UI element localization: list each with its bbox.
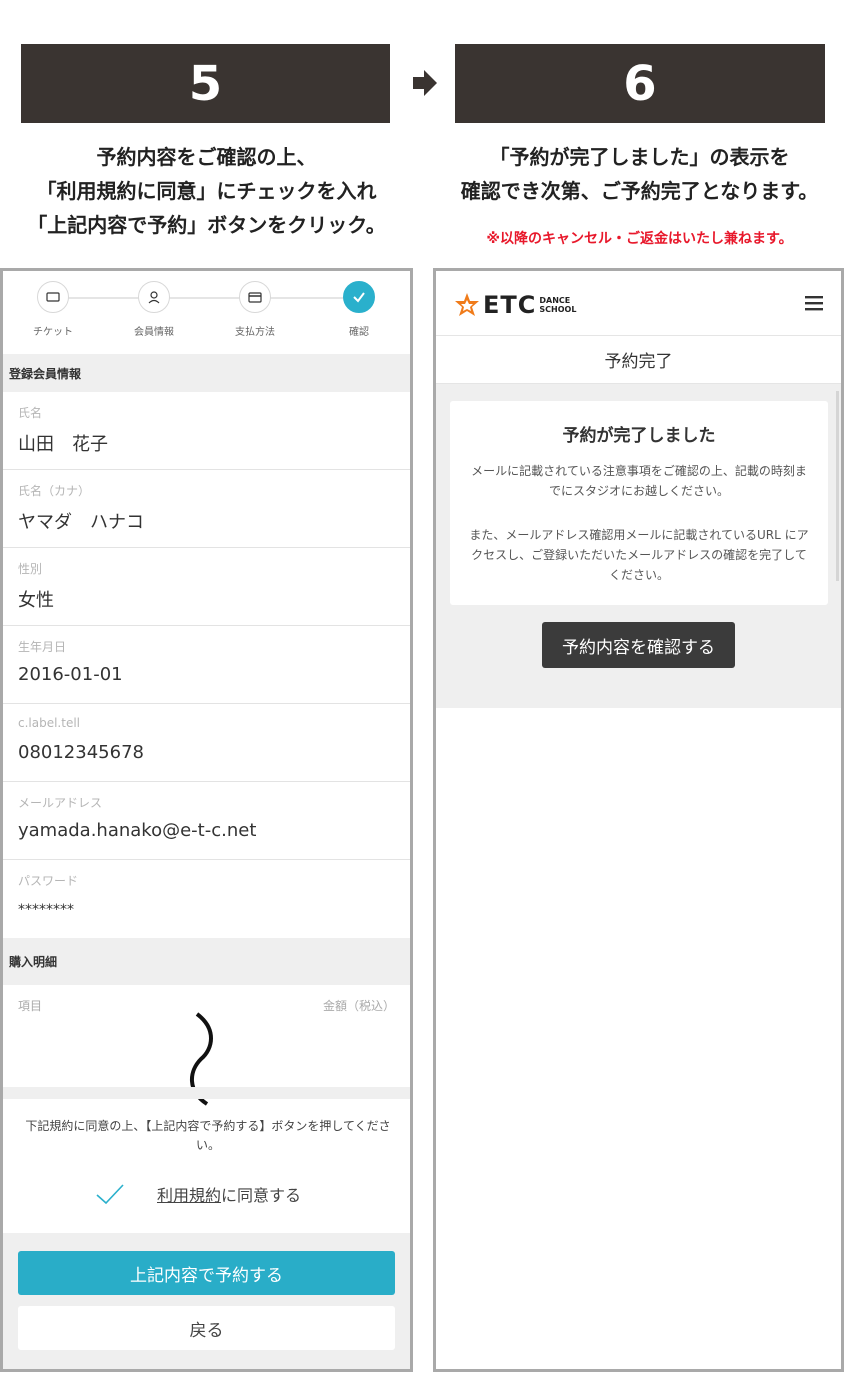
star-logo-icon bbox=[455, 293, 479, 316]
completion-area: 予約が完了しました メールに記載されている注意事項をご確認の上、記載の時刻までに… bbox=[436, 384, 841, 708]
field-value: 女性 bbox=[18, 590, 54, 611]
instruction-line: 確認でき次第、ご予約完了となります。 bbox=[460, 179, 819, 203]
logo-subtext: DANCE SCHOOL bbox=[539, 296, 576, 314]
view-reservation-button[interactable]: 予約内容を確認する bbox=[542, 622, 735, 668]
cancel-warning: ※以降のキャンセル・ご返金はいたし兼ねます。 bbox=[486, 231, 793, 247]
field-value: ******** bbox=[18, 902, 74, 918]
field-value: 山田 花子 bbox=[18, 434, 108, 455]
step-ticket bbox=[37, 281, 69, 313]
step-member bbox=[138, 281, 170, 313]
instruction-line: 予約内容をご確認の上、 bbox=[96, 145, 317, 169]
etc-logo[interactable]: ETC DANCE SCHOOL bbox=[454, 291, 576, 319]
instruction-line: 「予約が完了しました」の表示を bbox=[489, 145, 790, 169]
logo-sub2: SCHOOL bbox=[539, 305, 577, 314]
card-icon bbox=[248, 291, 262, 303]
field-label: メールアドレス bbox=[18, 796, 103, 810]
card-message-2: また、メールアドレス確認用メールに記載されているURL にアクセスし、ご登録いた… bbox=[469, 528, 809, 582]
logo-text: ETC bbox=[483, 291, 537, 319]
step-label-payment: 支払方法 bbox=[235, 327, 275, 338]
purchase-item-header: 項目 bbox=[18, 999, 43, 1013]
field-label: 氏名 bbox=[18, 406, 43, 420]
ticket-icon bbox=[46, 292, 60, 302]
step-label-confirm: 確認 bbox=[349, 327, 369, 338]
field-label: 性別 bbox=[18, 562, 43, 576]
step-6-number: 6 bbox=[623, 55, 657, 112]
step-5-number: 5 bbox=[188, 55, 223, 112]
submit-reservation-button[interactable]: 上記内容で予約する bbox=[18, 1251, 395, 1295]
step-6-banner: 6 bbox=[455, 44, 825, 123]
step-payment bbox=[239, 281, 271, 313]
purchase-section-header: 購入明細 bbox=[3, 938, 410, 985]
logo-sub1: DANCE bbox=[539, 296, 571, 305]
stepper-line bbox=[53, 297, 363, 299]
progress-stepper: チケット 会員情報 支払方法 確認 bbox=[3, 271, 410, 351]
field-birthday: 生年月日 2016-01-01 bbox=[3, 626, 410, 704]
checkmark-icon bbox=[96, 1184, 124, 1205]
scrollbar[interactable] bbox=[836, 391, 839, 581]
check-icon bbox=[353, 292, 365, 303]
field-value: 08012345678 bbox=[18, 742, 144, 763]
field-value: ヤマダ ハナコ bbox=[18, 512, 144, 533]
completion-screen: ETC DANCE SCHOOL 予約完了 予約が完了しました メールに記載され… bbox=[433, 268, 844, 1372]
field-label: パスワード bbox=[18, 874, 79, 888]
instruction-line: 「上記内容で予約」ボタンをクリック。 bbox=[27, 213, 386, 237]
field-label: 生年月日 bbox=[18, 640, 67, 654]
step-label-member: 会員情報 bbox=[134, 327, 174, 338]
card-title: 予約が完了しました bbox=[562, 426, 716, 446]
terms-agree-checkbox[interactable]: 利用規約 に同意する bbox=[93, 1177, 393, 1211]
field-value: 2016-01-01 bbox=[18, 664, 123, 685]
terms-link[interactable]: 利用規約 bbox=[157, 1182, 221, 1206]
back-button[interactable]: 戻る bbox=[18, 1306, 395, 1350]
field-value: yamada.hanako@e-t-c.net bbox=[18, 820, 257, 841]
member-section-header: 登録会員情報 bbox=[3, 354, 410, 392]
step-5-instructions: 予約内容をご確認の上、 「利用規約に同意」にチェックを入れ 「上記内容で予約」ボ… bbox=[0, 140, 413, 242]
app-header: ETC DANCE SCHOOL bbox=[436, 271, 841, 336]
arrow-right-icon bbox=[413, 70, 437, 96]
purchase-amount-header: 金額（税込） bbox=[322, 999, 395, 1013]
step-5-banner: 5 bbox=[21, 44, 390, 123]
agree-label: に同意する bbox=[221, 1186, 302, 1205]
step-confirm bbox=[343, 281, 375, 313]
page-title: 予約完了 bbox=[436, 336, 841, 384]
step-6-instructions: 「予約が完了しました」の表示を 確認でき次第、ご予約完了となります。 bbox=[433, 140, 846, 208]
field-password: パスワード ******** bbox=[3, 860, 410, 938]
field-name-kana: 氏名（カナ） ヤマダ ハナコ bbox=[3, 470, 410, 548]
field-name: 氏名 山田 花子 bbox=[3, 392, 410, 470]
field-gender: 性別 女性 bbox=[3, 548, 410, 626]
hamburger-menu-icon[interactable] bbox=[805, 296, 823, 311]
divider-band bbox=[3, 1087, 410, 1099]
confirmation-screen: チケット 会員情報 支払方法 確認 登録会員情報 氏名 山田 花子 氏名（カナ）… bbox=[0, 268, 413, 1372]
completion-card: 予約が完了しました メールに記載されている注意事項をご確認の上、記載の時刻までに… bbox=[450, 401, 828, 605]
instruction-line: 「利用規約に同意」にチェックを入れ bbox=[36, 179, 377, 203]
user-icon bbox=[148, 291, 160, 304]
field-label: 氏名（カナ） bbox=[18, 484, 91, 498]
card-message-1: メールに記載されている注意事項をご確認の上、記載の時刻までにスタジオにお越しくだ… bbox=[471, 464, 807, 498]
agree-instruction: 下記規約に同意の上、【上記内容で予約する】ボタンを押してください。 bbox=[25, 1119, 391, 1152]
step-label-ticket: チケット bbox=[33, 327, 73, 338]
field-email: メールアドレス yamada.hanako@e-t-c.net bbox=[3, 782, 410, 860]
field-tel: c.label.tell 08012345678 bbox=[3, 704, 410, 782]
field-label: c.label.tell bbox=[18, 716, 81, 730]
